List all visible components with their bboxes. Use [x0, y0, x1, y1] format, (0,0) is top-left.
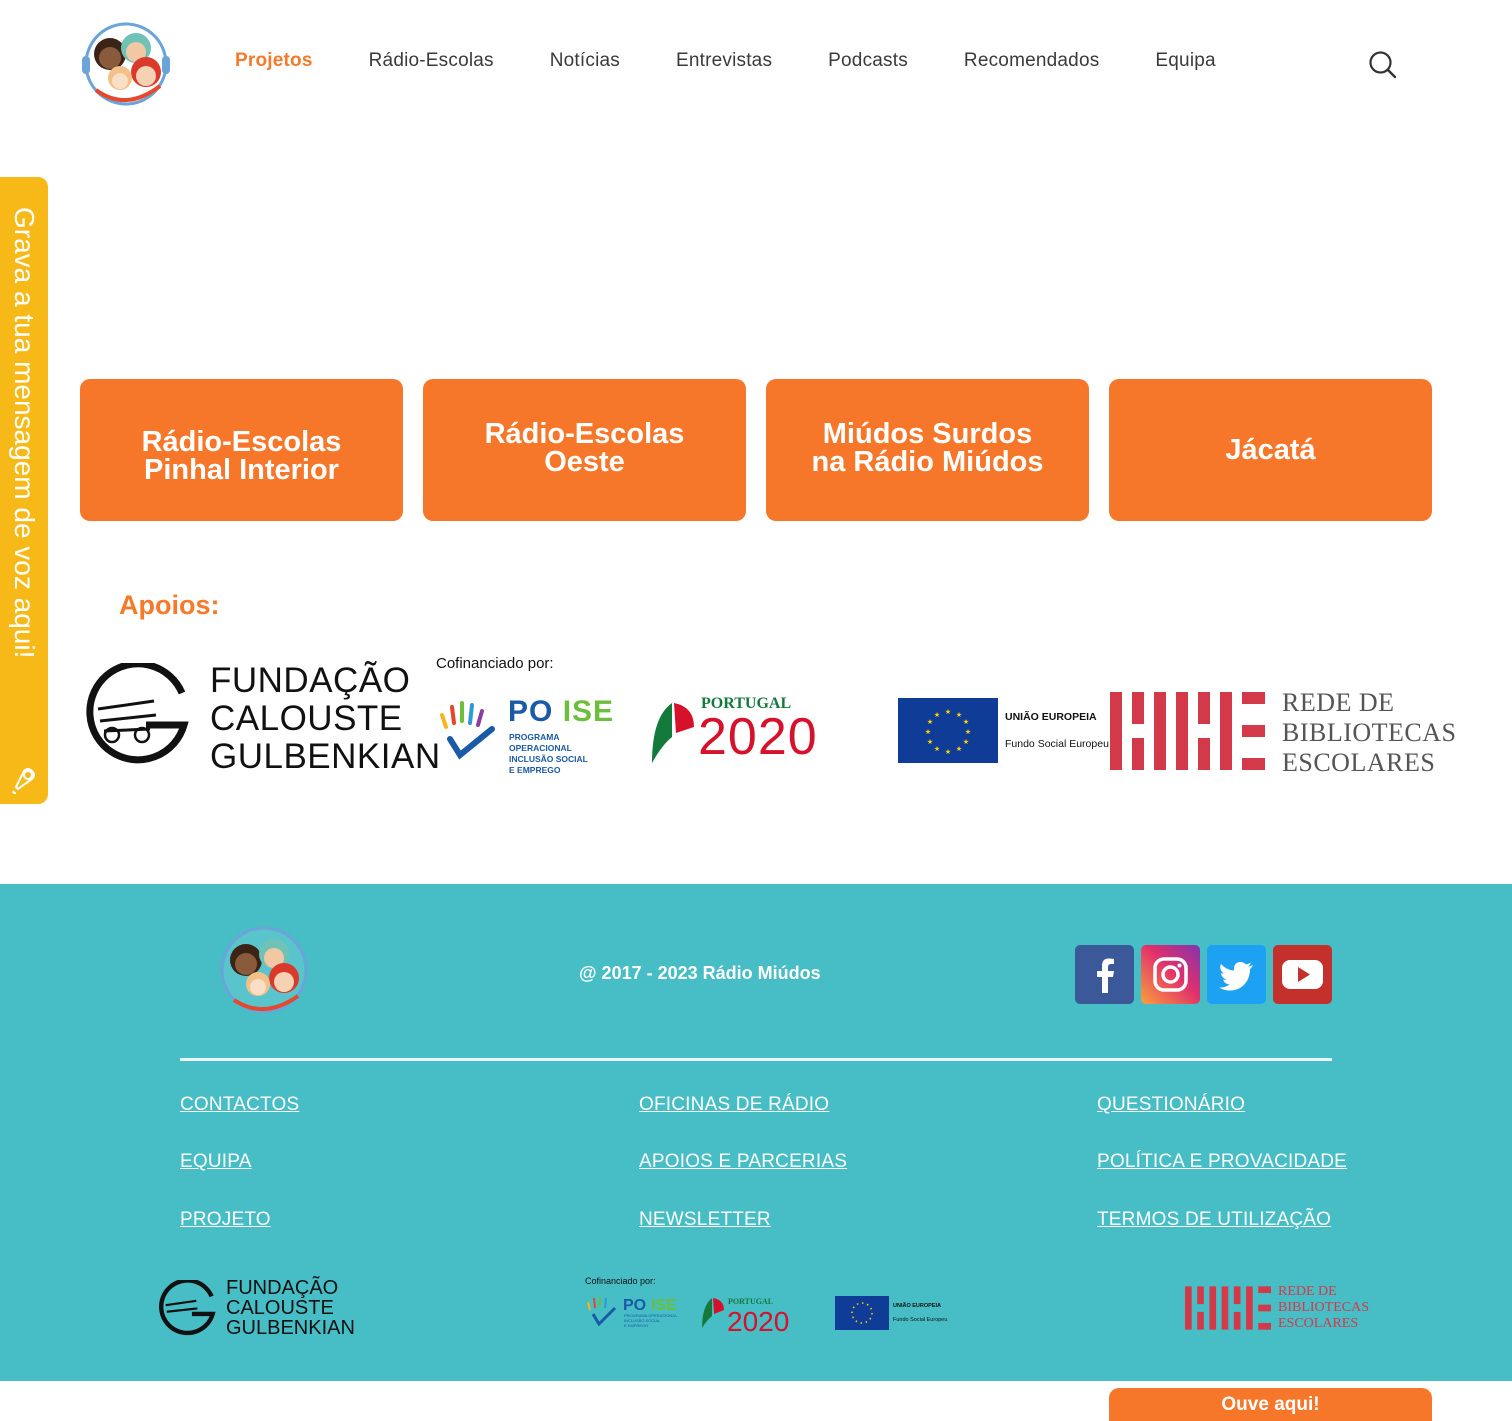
search-icon[interactable] [1368, 50, 1398, 80]
eu-title: UNIÃO EUROPEIA [1005, 711, 1097, 723]
gulbenkian-line-3: GULBENKIAN [210, 737, 441, 776]
nav-radio-escolas[interactable]: Rádio-Escolas [369, 50, 494, 72]
footer-logo[interactable] [214, 924, 314, 1020]
social-links [1075, 945, 1332, 1004]
footer-link-contactos[interactable]: CONTACTOS [180, 1094, 299, 1116]
site-header: Projetos Rádio-Escolas Notícias Entrevis… [0, 0, 1512, 130]
site-footer: @ 2017 - 2023 Rádio Miúdos CONTACTOS OFI… [0, 884, 1512, 1381]
rbe-mark-icon [1110, 692, 1265, 770]
instagram-icon[interactable] [1141, 945, 1200, 1004]
svg-text:★: ★ [956, 745, 962, 753]
poise-name-a: PO [508, 695, 554, 728]
portugal-2020-logo[interactable]: PORTUGAL 2020 [648, 693, 868, 768]
gulbenkian-emblem-icon [86, 663, 189, 764]
svg-text:PO: PO [623, 1297, 646, 1314]
nav-podcasts[interactable]: Podcasts [828, 50, 908, 72]
nav-noticias[interactable]: Notícias [550, 50, 620, 72]
footer-gulbenkian-line-2: CALOUSTE [226, 1297, 334, 1319]
rbe-line-2: BIBLIOTECAS [1282, 718, 1457, 747]
nav-equipa[interactable]: Equipa [1155, 50, 1215, 72]
hand-check-icon [440, 701, 495, 760]
footer-gulbenkian-emblem-icon [159, 1280, 216, 1336]
eu-stars-icon: ★ ★★★ ★★★★ ★★★★ [925, 708, 971, 756]
footer-link-apoios[interactable]: APOIOS E PARCERIAS [639, 1151, 847, 1173]
project-jacata[interactable]: Jácatá [1109, 379, 1432, 521]
footer-link-questionario[interactable]: QUESTIONÁRIO [1097, 1094, 1245, 1116]
footer-cofinanciado-label: Cofinanciado por: [585, 1276, 656, 1286]
radio-miudos-logo[interactable] [80, 20, 172, 110]
svg-text:★: ★ [925, 728, 931, 736]
footer-gulbenkian-line-3: GULBENKIAN [226, 1317, 355, 1339]
svg-text:2020: 2020 [727, 1306, 789, 1337]
svg-text:★: ★ [963, 738, 969, 746]
footer-divider [180, 1058, 1332, 1061]
svg-text:★: ★ [927, 738, 933, 746]
footer-rbe-line-1: REDE DE [1278, 1284, 1337, 1299]
footer-rbe-mark-icon [1185, 1286, 1271, 1330]
projects-grid: Rádio-Escolas Pinhal Interior Rádio-Esco… [80, 379, 1432, 521]
svg-text:Fundo Social Europeu: Fundo Social Europeu [893, 1317, 947, 1323]
svg-text:ISE: ISE [651, 1297, 677, 1314]
poise-logo[interactable]: PO ISE PROGRAMA OPERACIONAL INCLUSÃO SOC… [436, 695, 616, 775]
svg-text:★: ★ [945, 748, 951, 756]
youtube-icon[interactable] [1273, 945, 1332, 1004]
gulbenkian-logo[interactable]: FUNDAÇÃO CALOUSTE GULBENKIAN [84, 660, 441, 776]
facebook-icon[interactable] [1075, 945, 1134, 1004]
poise-name-b: ISE [562, 695, 615, 728]
footer-link-oficinas[interactable]: OFICINAS DE RÁDIO [639, 1094, 829, 1116]
record-voice-tab[interactable]: Grava a tua mensagem de voz aqui! [0, 177, 48, 804]
main-nav: Projetos Rádio-Escolas Notícias Entrevis… [235, 50, 1272, 72]
footer-rbe-line-3: ESCOLARES [1278, 1316, 1359, 1331]
microphone-icon [10, 765, 38, 799]
poise-line-1: PROGRAMA OPERACIONAL [509, 732, 572, 753]
footer-link-newsletter[interactable]: NEWSLETTER [639, 1209, 771, 1231]
portugal-2020-mark-icon [652, 703, 694, 763]
svg-text:UNIÃO EUROPEIA: UNIÃO EUROPEIA [893, 1302, 941, 1309]
svg-text:★: ★ [956, 711, 962, 719]
footer-link-politica[interactable]: POLÍTICA E PROVACIDADE [1097, 1151, 1347, 1173]
svg-text:★: ★ [963, 718, 969, 726]
footer-funding-logos[interactable]: PO ISE PROGRAMA OPERACIONAL INCLUSÃO SOC… [585, 1294, 955, 1339]
footer-rbe-logo[interactable]: REDE DE BIBLIOTECAS ESCOLARES [1185, 1284, 1375, 1334]
project-oeste[interactable]: Rádio-Escolas Oeste [423, 379, 746, 521]
nav-recomendados[interactable]: Recomendados [964, 50, 1099, 72]
svg-text:★: ★ [965, 728, 971, 736]
svg-text:★: ★ [934, 711, 940, 719]
gulbenkian-line-2: CALOUSTE [210, 699, 403, 738]
rbe-line-3: ESCOLARES [1282, 748, 1436, 777]
portugal-year: 2020 [698, 708, 818, 766]
gulbenkian-line-1: FUNDAÇÃO [210, 661, 411, 700]
rbe-line-1: REDE DE [1282, 688, 1395, 717]
cofinanciado-label: Cofinanciado por: [436, 655, 554, 672]
nav-entrevistas[interactable]: Entrevistas [676, 50, 772, 72]
svg-text:★: ★ [934, 745, 940, 753]
twitter-icon[interactable] [1207, 945, 1266, 1004]
eu-subtitle: Fundo Social Europeu [1005, 738, 1109, 750]
svg-text:★: ★ [927, 718, 933, 726]
eu-flag[interactable]: ★ ★ ★ ★ ★ ★ ★ ★ ★ ★ ★ ★ [898, 698, 998, 763]
svg-text:PORTUGAL: PORTUGAL [728, 1297, 773, 1306]
rede-bibliotecas-logo[interactable]: REDE DE BIBLIOTECAS ESCOLARES [1110, 688, 1456, 778]
footer-link-projeto[interactable]: PROJETO [180, 1209, 271, 1231]
footer-gulbenkian-line-1: FUNDAÇÃO [226, 1277, 339, 1299]
svg-text:★: ★ [945, 708, 951, 716]
poise-line-2: INCLUSÃO SOCIAL [509, 754, 588, 764]
poise-line-3: E EMPREGO [509, 765, 561, 775]
footer-gulbenkian-logo[interactable]: FUNDAÇÃO CALOUSTE GULBENKIAN [158, 1276, 358, 1341]
record-voice-label: Grava a tua mensagem de voz aqui! [9, 207, 40, 659]
page: Projetos Rádio-Escolas Notícias Entrevis… [0, 0, 1512, 1421]
footer-link-equipa[interactable]: EQUIPA [180, 1151, 252, 1173]
nav-projetos[interactable]: Projetos [235, 50, 313, 72]
apoios-title: Apoios: [119, 590, 220, 620]
footer-link-termos[interactable]: TERMOS DE UTILIZAÇÃO [1097, 1209, 1331, 1231]
footer-rbe-line-2: BIBLIOTECAS [1278, 1300, 1369, 1315]
listen-player-button[interactable]: Ouve aqui! [1109, 1388, 1432, 1421]
copyright: @ 2017 - 2023 Rádio Miúdos [579, 963, 821, 983]
project-miudos-surdos[interactable]: Miúdos Surdos na Rádio Miúdos [766, 379, 1089, 521]
svg-text:E EMPREGO: E EMPREGO [624, 1323, 648, 1328]
project-pinhal-interior[interactable]: Rádio-Escolas Pinhal Interior [80, 379, 403, 521]
